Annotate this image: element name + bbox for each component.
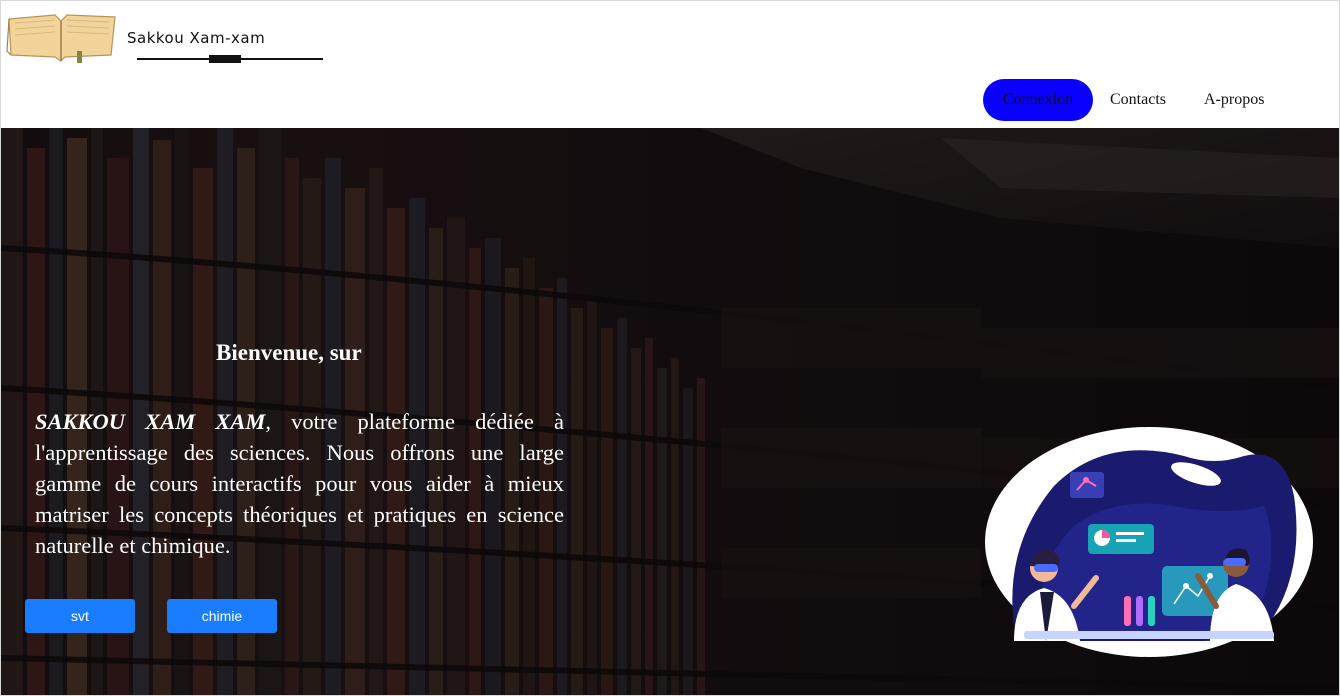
hero-section: Bienvenue, sur SAKKOU XAM XAM, votre pla… — [1, 128, 1339, 695]
welcome-heading: Bienvenue, sur — [216, 340, 362, 365]
brand-name: SAKKOU XAM XAM — [35, 409, 266, 434]
nav-apropos-link[interactable]: A-propos — [1204, 79, 1264, 121]
science-lab-illustration — [985, 427, 1313, 657]
book-logo-icon — [6, 14, 116, 63]
main-nav: Connexion Contacts A-propos — [1, 79, 1339, 121]
svt-button[interactable]: svt — [25, 599, 135, 633]
header: Sakkou Xam-xam Connexion Contacts A-prop… — [1, 1, 1339, 128]
nav-contacts-link[interactable]: Contacts — [1110, 79, 1166, 121]
logo[interactable]: Sakkou Xam-xam — [5, 9, 325, 65]
logo-text: Sakkou Xam-xam — [127, 29, 266, 47]
logo-divider-block — [209, 55, 241, 63]
chimie-button[interactable]: chimie — [167, 599, 277, 633]
connexion-button[interactable]: Connexion — [983, 79, 1093, 121]
intro-paragraph: SAKKOU XAM XAM, votre plateforme dédiée … — [35, 406, 564, 561]
page: Sakkou Xam-xam Connexion Contacts A-prop… — [0, 0, 1340, 696]
